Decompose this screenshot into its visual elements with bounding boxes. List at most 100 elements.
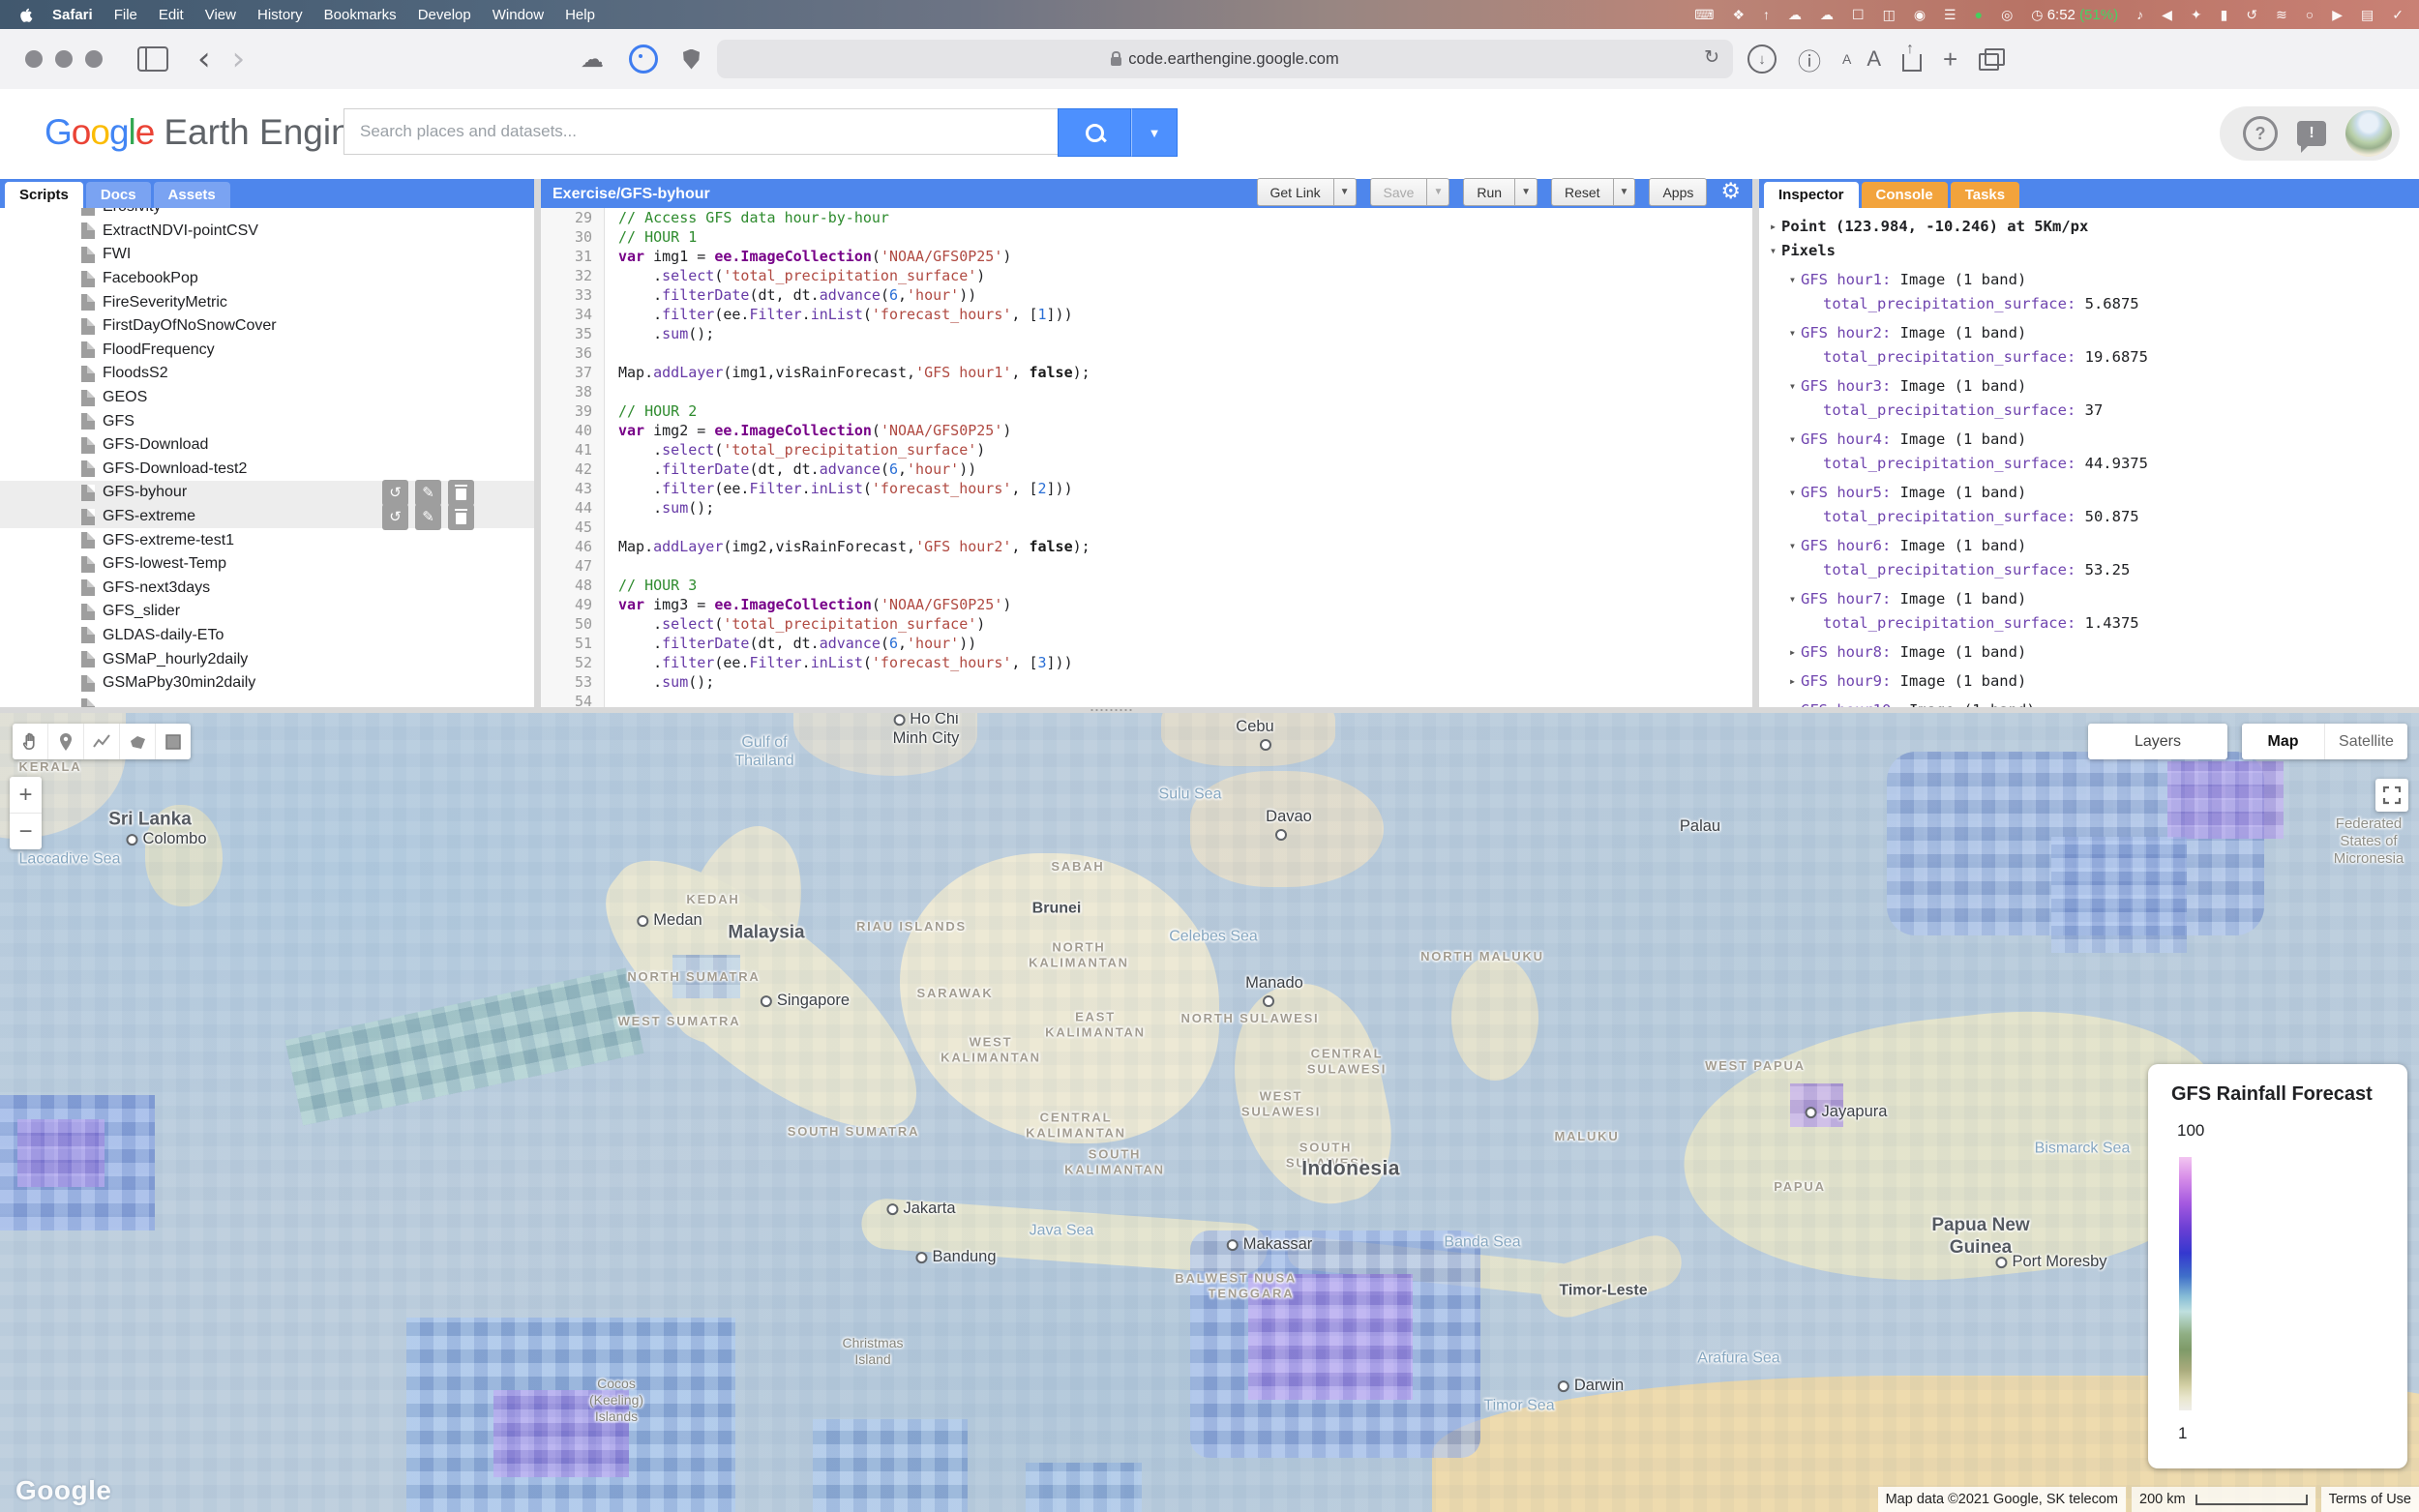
new-tab-icon[interactable]: + — [1943, 44, 1957, 74]
reader-info-icon[interactable]: ⓘ — [1798, 43, 1821, 76]
run-button[interactable]: Run — [1463, 178, 1515, 206]
tab-tasks[interactable]: Tasks — [1951, 182, 2019, 208]
script-item-gldas-daily-eto[interactable]: GLDAS-daily-ETo — [0, 624, 534, 648]
map-type-map[interactable]: Map — [2242, 724, 2325, 759]
inspector-point-row[interactable]: ▸Point (123.984, -10.246) at 5Km/px — [1765, 214, 2419, 238]
run-dropdown[interactable]: ▼ — [1515, 178, 1538, 206]
tab-console[interactable]: Console — [1862, 182, 1948, 208]
search-button[interactable] — [1058, 108, 1131, 157]
collapse-icon[interactable]: ▾ — [1784, 273, 1801, 286]
address-bar[interactable]: code.earthengine.google.com ↻ — [717, 40, 1733, 78]
menu-bookmarks[interactable]: Bookmarks — [314, 7, 407, 23]
code-line-34[interactable]: .filter(ee.Filter.inList('forecast_hours… — [618, 305, 1090, 324]
script-item-geos[interactable]: GEOS — [0, 386, 534, 410]
delete-icon[interactable] — [448, 480, 474, 506]
script-item-floodfrequency[interactable]: FloodFrequency — [0, 339, 534, 363]
control-center-icon[interactable]: ▤ — [2361, 8, 2374, 21]
wifi-icon[interactable]: ≋ — [2276, 8, 2287, 21]
collapse-icon[interactable]: ▾ — [1784, 486, 1801, 499]
edit-icon[interactable]: ✎ — [415, 504, 441, 530]
script-item-gfs-extreme[interactable]: GFS-extreme↺✎ — [0, 505, 534, 529]
tab-docs[interactable]: Docs — [86, 182, 151, 208]
window-layout-icon[interactable]: ◫ — [1883, 8, 1896, 21]
code-line-51[interactable]: .filterDate(dt, dt.advance(6,'hour')) — [618, 634, 1090, 653]
reset-dropdown[interactable]: ▼ — [1614, 178, 1636, 206]
script-item-gfs-next3days[interactable]: GFS-next3days — [0, 577, 534, 601]
sidebar-toggle-icon[interactable] — [137, 46, 168, 72]
point-marker-icon[interactable] — [48, 724, 84, 759]
history-icon[interactable]: ↺ — [382, 504, 408, 530]
zoom-window-button[interactable] — [85, 50, 103, 68]
code-line-43[interactable]: .filter(ee.Filter.inList('forecast_hours… — [618, 479, 1090, 498]
status-dot-icon[interactable]: ● — [1975, 8, 1983, 21]
get-link-button[interactable]: Get Link — [1257, 178, 1334, 206]
apple-icon[interactable] — [17, 7, 34, 23]
feedback-icon[interactable]: ! — [2297, 121, 2326, 146]
expand-icon[interactable]: ▸ — [1784, 645, 1801, 659]
code-line-39[interactable]: // HOUR 2 — [618, 401, 1090, 421]
code-line-48[interactable]: // HOUR 3 — [618, 576, 1090, 595]
script-item-gfs[interactable]: GFS — [0, 409, 534, 433]
code-line-31[interactable]: var img1 = ee.ImageCollection('NOAA/GFS0… — [618, 247, 1090, 266]
code-content[interactable]: // Access GFS data hour-by-hour// HOUR 1… — [605, 208, 1090, 707]
polygon-icon[interactable] — [120, 724, 156, 759]
clock-check-icon[interactable]: ✓ — [2392, 8, 2404, 21]
code-line-41[interactable]: .select('total_precipitation_surface') — [618, 440, 1090, 460]
script-item-extractndvi-pointcsv[interactable]: ExtractNDVI-pointCSV — [0, 220, 534, 244]
history-icon[interactable]: ↺ — [382, 480, 408, 506]
share-icon[interactable] — [1902, 54, 1922, 72]
code-line-35[interactable]: .sum(); — [618, 324, 1090, 343]
code-line-38[interactable] — [618, 382, 1090, 401]
panel-splitter[interactable] — [1752, 179, 1759, 707]
code-line-45[interactable] — [618, 518, 1090, 537]
expand-icon[interactable]: ▸ — [1765, 220, 1781, 233]
script-item-gfs-extreme-test1[interactable]: GFS-extreme-test1 — [0, 528, 534, 552]
search-input[interactable] — [343, 108, 1058, 155]
minimize-window-button[interactable] — [55, 50, 73, 68]
script-item-gsmapby30min2daily[interactable]: GSMaPby30min2daily — [0, 671, 534, 696]
inspector-layer-row[interactable]: ▾GFS hour4: Image (1 band) — [1765, 427, 2419, 451]
code-line-54[interactable] — [618, 692, 1090, 707]
zoom-in-button[interactable]: + — [10, 777, 42, 814]
menu-meters-icon[interactable]: ☰ — [1944, 8, 1956, 21]
help-icon[interactable]: ? — [2243, 116, 2278, 151]
menu-safari[interactable]: Safari — [42, 7, 104, 23]
fullscreen-button[interactable] — [2375, 779, 2408, 812]
search-dropdown-button[interactable]: ▼ — [1131, 108, 1178, 157]
script-item-gsmap_hourly2daily[interactable]: GSMaP_hourly2daily — [0, 647, 534, 671]
edit-icon[interactable]: ✎ — [415, 480, 441, 506]
play-circle-icon[interactable]: ▶ — [2332, 8, 2343, 21]
script-item-gfs-lowest-temp[interactable]: GFS-lowest-Temp — [0, 552, 534, 577]
code-line-30[interactable]: // HOUR 1 — [618, 227, 1090, 247]
code-line-46[interactable]: Map.addLayer(img2,visRainForecast,'GFS h… — [618, 537, 1090, 556]
expand-icon[interactable]: ▸ — [1784, 674, 1801, 688]
time-machine-icon[interactable]: ↺ — [2246, 8, 2257, 21]
get-link-dropdown[interactable]: ▼ — [1334, 178, 1357, 206]
menu-clock[interactable]: ◷ 6:52 (51%) — [2031, 7, 2118, 23]
code-line-42[interactable]: .filterDate(dt, dt.advance(6,'hour')) — [618, 460, 1090, 479]
text-larger-icon[interactable]: A — [1867, 46, 1881, 72]
code-line-44[interactable]: .sum(); — [618, 498, 1090, 518]
avatar[interactable] — [2345, 110, 2392, 157]
inspector-layer-row[interactable]: ▸GFS hour10: Image (1 band) — [1765, 697, 2419, 707]
battery-icon[interactable]: ▮ — [2221, 8, 2228, 21]
inspector-layer-row[interactable]: ▾GFS hour6: Image (1 band) — [1765, 533, 2419, 557]
icloud-icon[interactable]: ☁ — [581, 45, 604, 73]
code-line-37[interactable]: Map.addLayer(img1,visRainForecast,'GFS h… — [618, 363, 1090, 382]
layers-button[interactable]: Layers — [2088, 724, 2227, 759]
script-item-fwi[interactable]: FWI — [0, 243, 534, 267]
assistant-icon[interactable]: ◉ — [1914, 8, 1926, 21]
script-item-facebookpop[interactable]: FacebookPop — [0, 267, 534, 291]
menu-help[interactable]: Help — [554, 7, 606, 23]
backup-icon[interactable]: ↑ — [1763, 8, 1770, 21]
script-item-gfs-byhour[interactable]: GFS-byhour↺✎ — [0, 481, 534, 505]
menu-develop[interactable]: Develop — [407, 7, 482, 23]
inspector-layer-row[interactable]: ▸GFS hour8: Image (1 band) — [1765, 639, 2419, 664]
code-line-50[interactable]: .select('total_precipitation_surface') — [618, 614, 1090, 634]
back-button[interactable]: ‹ — [197, 43, 211, 75]
collapse-icon[interactable]: ▾ — [1784, 592, 1801, 606]
menu-edit[interactable]: Edit — [148, 7, 194, 23]
menu-window[interactable]: Window — [482, 7, 554, 23]
collapse-icon[interactable]: ▾ — [1784, 432, 1801, 446]
spotlight-icon[interactable]: ○ — [2306, 8, 2314, 21]
